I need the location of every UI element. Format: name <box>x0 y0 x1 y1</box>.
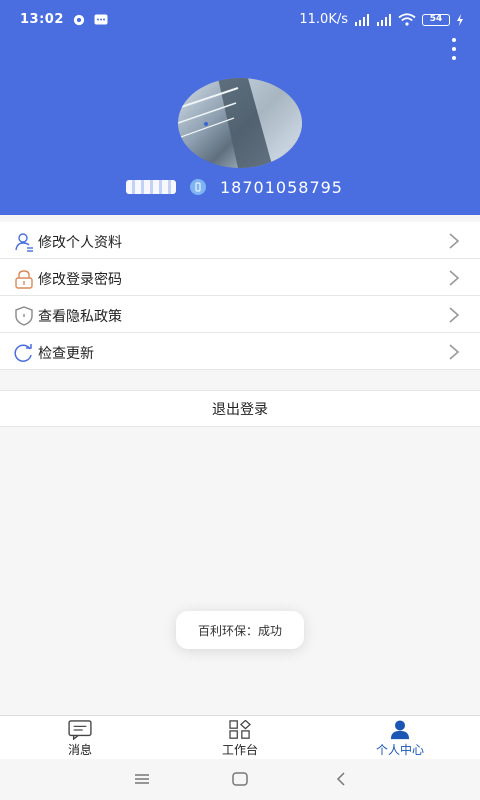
menu-item-change-password[interactable]: 修改登录密码 <box>0 259 480 296</box>
signal-icon <box>377 13 391 26</box>
menu-item-check-update[interactable]: 检查更新 <box>0 333 480 370</box>
menu-item-label: 修改个人资料 <box>38 235 122 251</box>
menu-item-label: 修改登录密码 <box>38 272 122 288</box>
toast-text: 百利环保：成功 <box>197 623 282 638</box>
tab-messages[interactable]: 消息 <box>20 718 140 758</box>
tab-label: 消息 <box>67 743 92 757</box>
lock-icon <box>15 270 33 289</box>
tab-workbench[interactable]: 工作台 <box>180 718 300 758</box>
more-dot-icon <box>452 56 456 60</box>
chevron-right-icon <box>449 233 460 249</box>
message-icon <box>68 720 92 740</box>
tab-personal-center[interactable]: 个人中心 <box>340 718 460 758</box>
menu-icon[interactable] <box>132 771 152 787</box>
back-icon[interactable] <box>332 771 352 787</box>
avatar-photo <box>178 78 302 168</box>
home-icon[interactable] <box>230 771 250 787</box>
menu-item-edit-profile[interactable]: 修改个人资料 <box>0 222 480 259</box>
redacted-username <box>126 180 176 194</box>
chevron-right-icon <box>449 307 460 323</box>
grid-icon <box>229 720 251 739</box>
menu-item-label: 查看隐私政策 <box>38 309 122 325</box>
tab-label: 工作台 <box>221 743 258 757</box>
shield-icon <box>15 306 33 326</box>
profile-header: 13:02 11.0K/s 54 18701058795 <box>0 0 480 215</box>
logout-button[interactable]: 退出登录 <box>0 390 480 427</box>
tab-label: 个人中心 <box>375 743 424 757</box>
message-notification-icon <box>94 14 108 24</box>
network-speed: 11.0K/s <box>299 12 348 27</box>
phone-number: 18701058795 <box>220 177 343 197</box>
menu-item-privacy-policy[interactable]: 查看隐私政策 <box>0 296 480 333</box>
more-dot-icon <box>452 38 456 42</box>
avatar[interactable] <box>178 78 302 168</box>
settings-menu: 修改个人资料 修改登录密码 查看隐私政策 检查更新 <box>0 222 480 370</box>
person-icon <box>390 720 410 740</box>
app-notification-icon <box>73 14 85 25</box>
more-menu-button[interactable] <box>444 38 464 60</box>
status-time: 13:02 <box>20 12 64 27</box>
user-edit-icon <box>15 233 33 252</box>
bottom-tab-bar: 消息 工作台 个人中心 <box>0 715 480 759</box>
phone-icon <box>190 179 206 195</box>
chevron-right-icon <box>449 344 460 360</box>
more-dot-icon <box>452 47 456 51</box>
user-info-row: 18701058795 <box>126 176 343 198</box>
menu-item-label: 检查更新 <box>38 346 94 362</box>
toast-message: 百利环保：成功 <box>176 611 304 649</box>
battery-indicator: 54 <box>422 13 450 26</box>
signal-icon <box>355 13 369 26</box>
charging-icon <box>457 13 463 26</box>
wifi-icon <box>398 13 416 26</box>
chevron-right-icon <box>449 270 460 286</box>
status-bar: 13:02 11.0K/s 54 <box>0 0 480 40</box>
refresh-icon <box>14 344 32 362</box>
system-nav-bar <box>0 759 480 800</box>
